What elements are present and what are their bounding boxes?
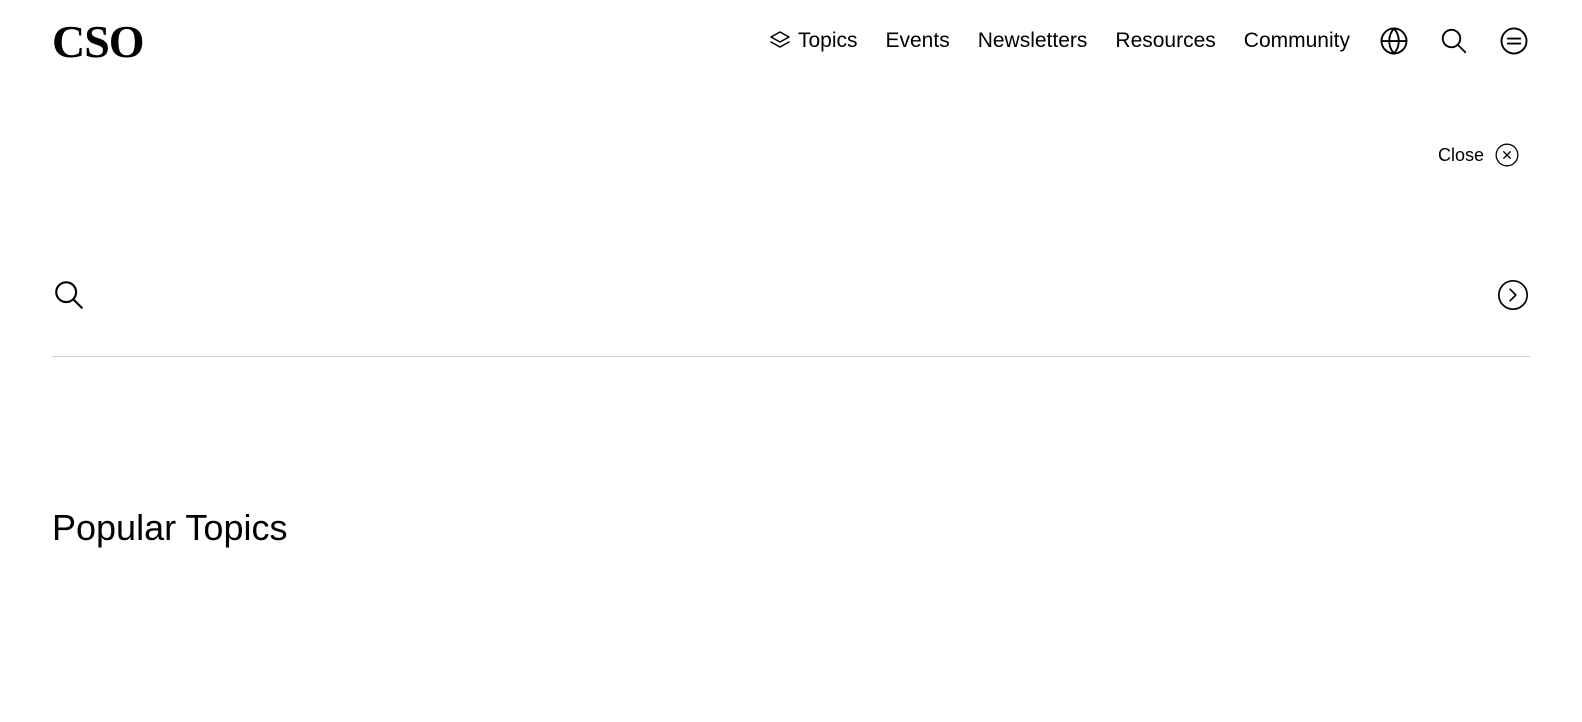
menu-icon <box>1499 26 1529 56</box>
nav-community[interactable]: Community <box>1244 29 1350 53</box>
site-logo[interactable]: CSO <box>52 15 144 68</box>
globe-button[interactable] <box>1378 25 1410 57</box>
close-button[interactable] <box>1494 142 1520 168</box>
menu-button[interactable] <box>1498 25 1530 57</box>
globe-icon <box>1379 26 1409 56</box>
site-header: CSO Topics Events Newsletters Resources … <box>0 0 1582 82</box>
search-row <box>52 278 1530 357</box>
search-icon <box>1439 26 1469 56</box>
search-input[interactable] <box>104 279 1478 311</box>
nav-community-label: Community <box>1244 29 1350 53</box>
nav-topics[interactable]: Topics <box>768 29 858 53</box>
header-search-button[interactable] <box>1438 25 1470 57</box>
nav-newsletters[interactable]: Newsletters <box>978 29 1088 53</box>
layers-icon <box>768 29 792 53</box>
main-nav: Topics Events Newsletters Resources Comm… <box>768 25 1530 57</box>
popular-topics-heading: Popular Topics <box>0 507 1582 549</box>
close-label: Close <box>1438 145 1484 166</box>
nav-newsletters-label: Newsletters <box>978 29 1088 53</box>
close-row: Close <box>0 142 1582 168</box>
search-input-icon <box>52 278 86 312</box>
chevron-right-circle-icon <box>1496 278 1530 312</box>
nav-resources-label: Resources <box>1115 29 1215 53</box>
nav-events-label: Events <box>886 29 950 53</box>
search-section <box>0 278 1582 357</box>
nav-topics-label: Topics <box>798 29 858 53</box>
search-submit-button[interactable] <box>1496 278 1530 312</box>
close-icon <box>1494 142 1520 168</box>
nav-resources[interactable]: Resources <box>1115 29 1215 53</box>
nav-events[interactable]: Events <box>886 29 950 53</box>
